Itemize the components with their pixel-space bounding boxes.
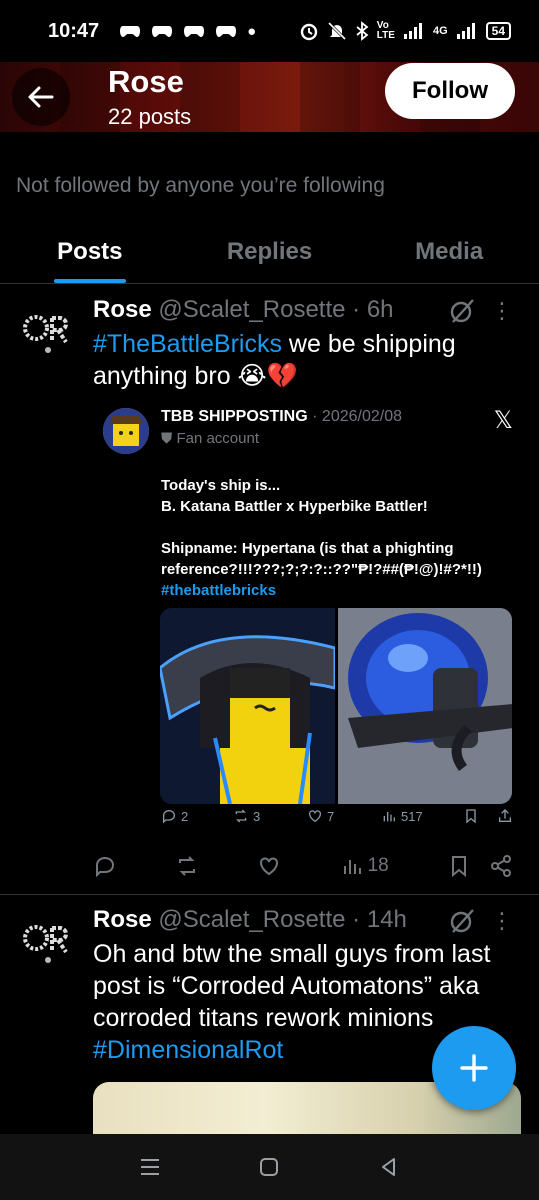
view-count: 18 xyxy=(367,855,389,876)
bookmark-icon xyxy=(466,809,476,824)
quoted-repost[interactable]: 3 xyxy=(233,808,307,824)
hashtag-link[interactable]: #DimensionalRot xyxy=(93,1036,283,1064)
post-body: Oh and btw the small guys from last post… xyxy=(93,940,491,1032)
back-nav-icon[interactable] xyxy=(378,1156,400,1178)
quoted-view-count: 517 xyxy=(401,808,423,824)
quoted-reply[interactable]: 2 xyxy=(161,808,233,824)
divider xyxy=(0,894,539,895)
volte-icon: Vo LTE xyxy=(376,20,395,41)
mute-icon xyxy=(327,21,346,41)
x-logo-icon: 𝕏 xyxy=(493,406,513,434)
post-time: · 14h xyxy=(352,906,407,933)
post[interactable]: Rose @Scalet_Rosette · 6h ⋮ #TheBattleBr… xyxy=(0,284,539,894)
gamepad-icon xyxy=(184,26,205,37)
quoted-post[interactable]: TBB SHIPPOSTING · 2026/02/08 ⛊ Fan accou… xyxy=(93,398,523,830)
system-icons: Vo LTE 4G 54 xyxy=(299,21,511,41)
quoted-author-name[interactable]: TBB SHIPPOSTING xyxy=(161,408,308,425)
quoted-like-count: 7 xyxy=(327,808,335,824)
dot-icon: ● xyxy=(247,22,257,40)
fan-account-badge: ⛊ Fan account xyxy=(161,430,259,447)
post-actions: 18 xyxy=(93,854,513,878)
quoted-media[interactable] xyxy=(160,608,512,804)
hashtag-link[interactable]: #TheBattleBricks xyxy=(93,330,282,358)
fan-account-label: Fan account xyxy=(176,430,259,447)
reply-icon xyxy=(96,857,115,878)
alarm-icon xyxy=(300,23,317,41)
profile-tabs: Posts Replies Media xyxy=(0,220,539,284)
notification-icons: ● xyxy=(119,23,256,40)
gamepad-icon xyxy=(216,26,237,37)
post-header: Rose @Scalet_Rosette · 14h xyxy=(93,906,407,934)
quoted-share[interactable] xyxy=(497,808,513,824)
share-icon xyxy=(499,809,511,822)
follow-button[interactable]: Follow xyxy=(385,63,515,119)
repost-button[interactable] xyxy=(175,854,199,878)
views-icon xyxy=(343,860,361,874)
reply-button[interactable] xyxy=(93,854,117,878)
quoted-views[interactable]: 517 xyxy=(381,808,463,824)
reply-icon xyxy=(163,810,176,824)
arrow-left-icon xyxy=(28,86,54,108)
like-button[interactable] xyxy=(257,854,281,878)
tab-media[interactable]: Media xyxy=(359,220,539,283)
media-image-hyperbike[interactable] xyxy=(337,608,512,804)
home-icon[interactable] xyxy=(258,1156,280,1178)
quoted-reply-count: 2 xyxy=(181,808,189,824)
post-author-handle[interactable]: @Scalet_Rosette xyxy=(158,906,345,933)
quoted-bookmark[interactable] xyxy=(463,808,497,824)
header-post-count: 22 posts xyxy=(108,104,192,129)
quoted-author: TBB SHIPPOSTING · 2026/02/08 xyxy=(161,408,402,426)
post-text: #TheBattleBricks we be shipping anything… xyxy=(93,328,513,392)
header-name: Rose xyxy=(108,64,184,99)
system-navigation-bar xyxy=(0,1134,539,1200)
post-time: · 6h xyxy=(352,296,394,323)
quoted-actions: 2 3 7 517 xyxy=(161,808,516,824)
followers-you-know: Not followed by anyone you’re following xyxy=(16,174,385,197)
network-label: 4G xyxy=(432,25,448,37)
shield-icon: ⛊ xyxy=(161,430,173,447)
repost-icon xyxy=(235,809,247,823)
bookmark-and-share xyxy=(447,854,513,878)
quoted-body: Today's ship is... B. Katana Battler x H… xyxy=(161,477,482,578)
status-bar: 10:47 ● Vo LTE 4G 54 xyxy=(0,0,539,62)
bluetooth-icon xyxy=(356,21,369,41)
compose-post-button[interactable] xyxy=(432,1026,516,1110)
quoted-avatar[interactable] xyxy=(103,408,149,454)
heart-icon xyxy=(309,810,321,823)
avatar[interactable] xyxy=(18,302,78,362)
gamepad-icon xyxy=(152,26,173,37)
tab-posts[interactable]: Posts xyxy=(0,220,180,283)
repost-icon xyxy=(179,856,196,876)
views-button[interactable]: 18 xyxy=(340,854,389,878)
status-time: 10:47 xyxy=(48,19,100,42)
more-options-icon[interactable]: ⋮ xyxy=(491,298,513,324)
tab-replies[interactable]: Replies xyxy=(180,220,360,283)
quoted-repost-count: 3 xyxy=(253,808,261,824)
post-author-handle[interactable]: @Scalet_Rosette xyxy=(158,296,345,323)
grok-icon[interactable] xyxy=(449,908,475,934)
recent-apps-icon[interactable] xyxy=(139,1157,161,1177)
quoted-text: Today's ship is... B. Katana Battler x H… xyxy=(161,454,516,601)
battery-indicator: 54 xyxy=(485,22,511,40)
post-author-name[interactable]: Rose xyxy=(93,296,152,323)
post-author-name[interactable]: Rose xyxy=(93,906,152,933)
gamepad-icon xyxy=(120,26,141,37)
quoted-like[interactable]: 7 xyxy=(307,808,381,824)
signal-icon xyxy=(403,23,422,39)
signal-icon xyxy=(456,23,475,39)
share-icon[interactable] xyxy=(489,854,513,878)
more-options-icon[interactable]: ⋮ xyxy=(491,908,513,934)
back-button[interactable] xyxy=(12,68,70,126)
quoted-date: · 2026/02/08 xyxy=(312,408,402,425)
grok-icon[interactable] xyxy=(449,298,475,324)
avatar[interactable] xyxy=(18,912,78,972)
post-header: Rose @Scalet_Rosette · 6h xyxy=(93,296,394,324)
plus-icon xyxy=(460,1054,488,1082)
bookmark-icon[interactable] xyxy=(447,854,471,878)
quoted-hashtag[interactable]: #thebattlebricks xyxy=(161,582,276,599)
heart-icon xyxy=(260,857,279,876)
media-image-katana[interactable] xyxy=(160,608,335,804)
views-icon xyxy=(383,812,395,822)
